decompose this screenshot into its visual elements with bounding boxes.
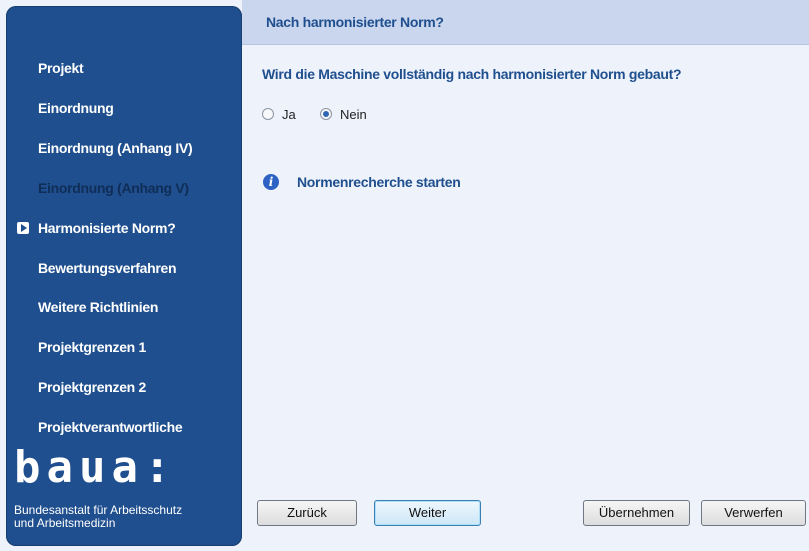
apply-button[interactable]: Übernehmen [583,500,690,526]
sidebar-item-bewertungsverfahren[interactable]: Bewertungsverfahren [38,257,177,279]
radio-option-nein[interactable]: Nein [320,104,367,124]
sidebar-item-einordnung-anhang-v: Einordnung (Anhang V) [38,180,189,196]
sidebar-item-projektverantwortliche[interactable]: Projektverantwortliche [38,416,183,438]
sidebar-item-projektgrenzen-2[interactable]: Projektgrenzen 2 [38,376,146,398]
normenrecherche-link[interactable]: Normenrecherche starten [297,174,461,190]
page-header: Nach harmonisierter Norm? [242,0,809,45]
radio-nein-label[interactable]: Nein [340,107,367,122]
info-icon: i [263,174,279,190]
back-button[interactable]: Zurück [257,500,357,526]
discard-button[interactable]: Verwerfen [701,500,806,526]
baua-logo: baua: [14,442,177,493]
current-step-arrow-icon [17,222,29,234]
baua-logo-subtitle-line2: und Arbeitsmedizin [14,516,116,530]
radio-nein[interactable] [320,108,332,120]
radio-option-ja[interactable]: Ja [262,104,296,124]
radio-ja[interactable] [262,108,274,120]
sidebar-item-projektgrenzen-1[interactable]: Projektgrenzen 1 [38,336,146,358]
next-button[interactable]: Weiter [374,500,481,526]
sidebar-item-projekt[interactable]: Projekt [38,57,84,79]
question-label: Wird die Maschine vollständig nach harmo… [262,66,682,82]
wizard-window: Projekt Einordnung Einordnung (Anhang IV… [0,0,809,551]
sidebar-item-einordnung-anhang-iv[interactable]: Einordnung (Anhang IV) [38,137,193,159]
sidebar-item-einordnung[interactable]: Einordnung [38,97,114,119]
radio-ja-label[interactable]: Ja [282,107,296,122]
sidebar-item-harmonisierte-norm[interactable]: Harmonisierte Norm? [38,217,176,239]
sidebar: Projekt Einordnung Einordnung (Anhang IV… [6,6,242,546]
baua-logo-subtitle: Bundesanstalt für Arbeitsschutz und Arbe… [14,504,242,530]
page-title: Nach harmonisierter Norm? [266,14,444,30]
sidebar-item-weitere-richtlinien[interactable]: Weitere Richtlinien [38,296,158,318]
